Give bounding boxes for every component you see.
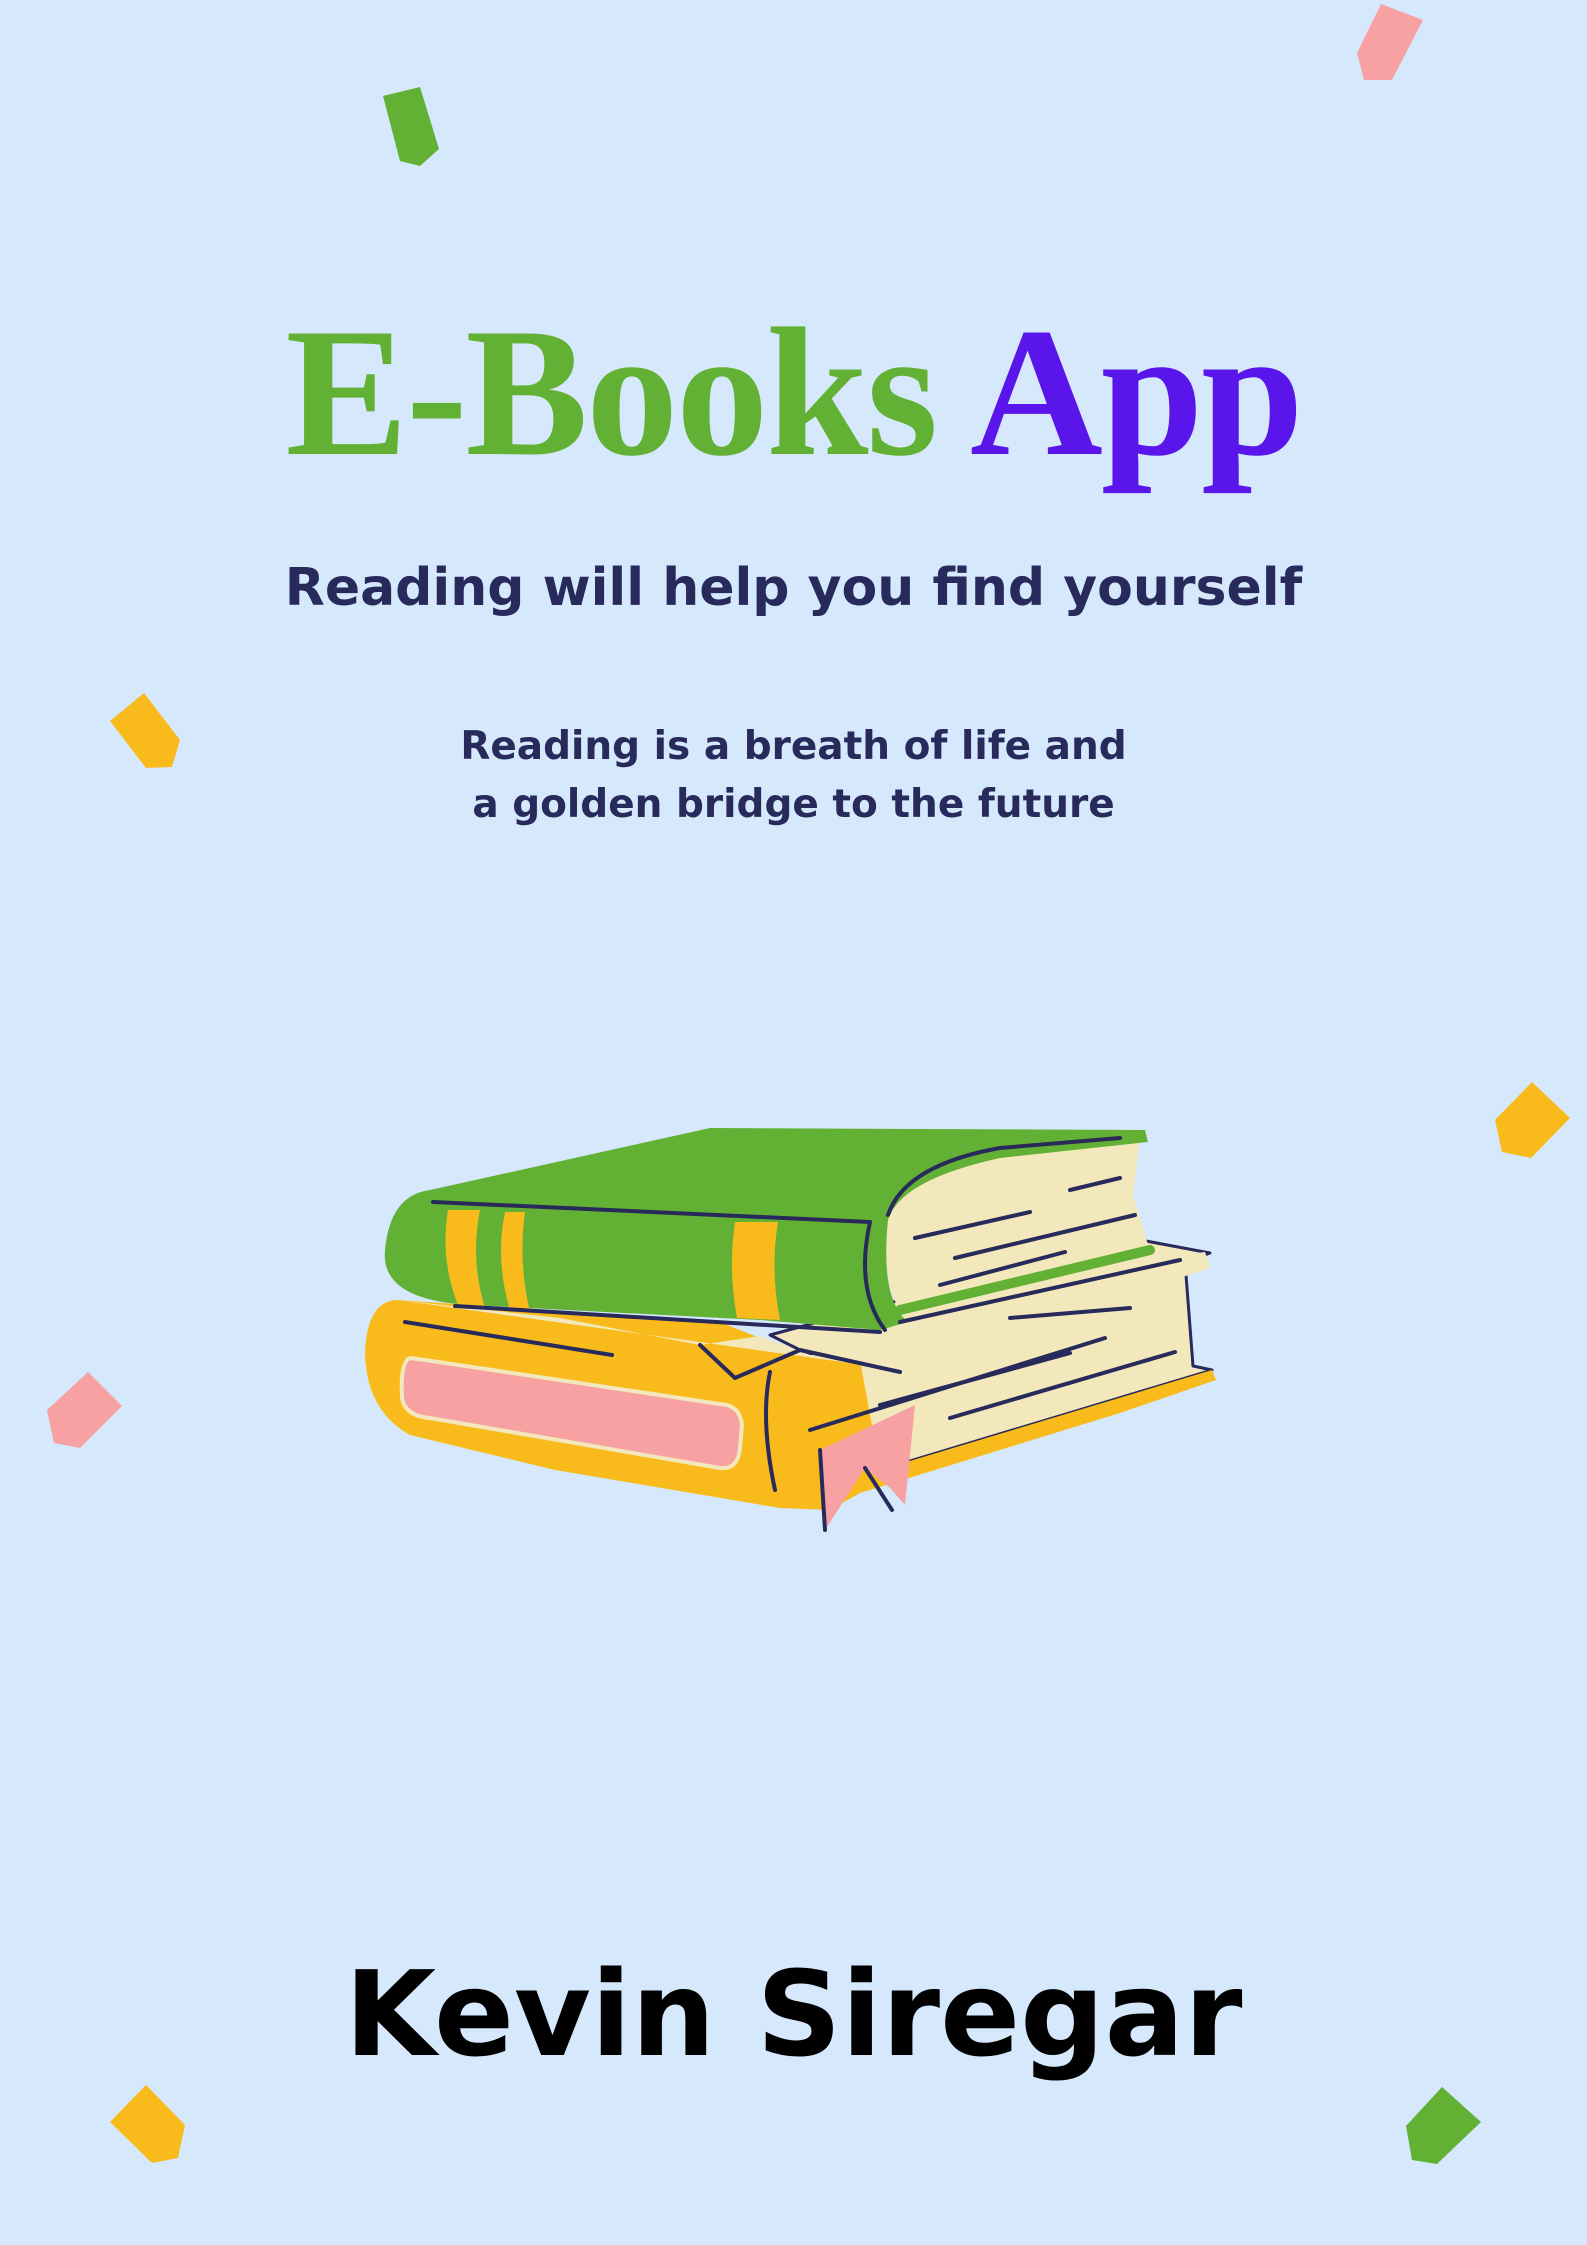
ebook-cover-page: E-Books App Reading will help you find y… (0, 0, 1587, 2245)
top-book-band-3 (731, 1222, 780, 1320)
author-name: Kevin Siregar (344, 1945, 1243, 2083)
stacked-books-illustration (365, 1128, 1216, 1532)
